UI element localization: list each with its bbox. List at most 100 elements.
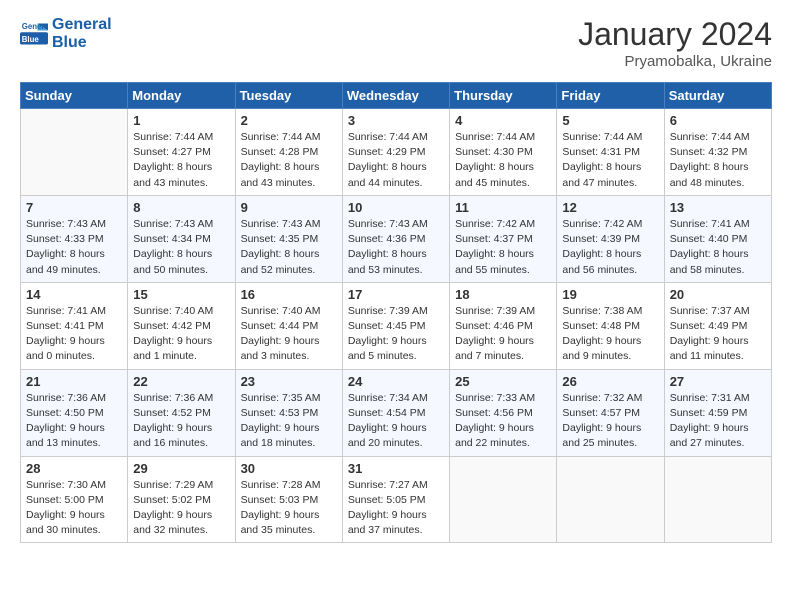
day-cell: 27 Sunrise: 7:31 AMSunset: 4:59 PMDayligh… (664, 369, 771, 456)
day-info: Sunrise: 7:35 AMSunset: 4:53 PMDaylight:… (241, 391, 337, 452)
day-number: 1 (133, 113, 229, 128)
day-info: Sunrise: 7:41 AMSunset: 4:41 PMDaylight:… (26, 304, 122, 365)
day-info: Sunrise: 7:40 AMSunset: 4:44 PMDaylight:… (241, 304, 337, 365)
day-cell: 10Sunrise: 7:43 AMSunset: 4:36 PMDayligh… (342, 195, 449, 282)
day-cell: 11 Sunrise: 7:42 AMSunset: 4:37 PMDayligh… (450, 195, 557, 282)
day-info: Sunrise: 7:44 AMSunset: 4:30 PMDaylight:… (455, 130, 551, 191)
day-info: Sunrise: 7:42 AMSunset: 4:39 PMDaylight:… (562, 217, 658, 278)
day-info: Sunrise: 7:29 AMSunset: 5:02 PMDaylight:… (133, 478, 229, 539)
day-cell: 28 Sunrise: 7:30 AMSunset: 5:00 PMDayligh… (21, 456, 128, 543)
day-number: 24 (348, 374, 444, 389)
day-number: 21 (26, 374, 122, 389)
day-number: 8 (133, 200, 229, 215)
day-number: 16 (241, 287, 337, 302)
day-number: 23 (241, 374, 337, 389)
day-cell (21, 109, 128, 196)
day-cell: 22 Sunrise: 7:36 AMSunset: 4:52 PMDayligh… (128, 369, 235, 456)
calendar-table: SundayMondayTuesdayWednesdayThursdayFrid… (20, 82, 772, 543)
day-number: 18 (455, 287, 551, 302)
day-number: 17 (348, 287, 444, 302)
day-cell: 24 Sunrise: 7:34 AMSunset: 4:54 PMDayligh… (342, 369, 449, 456)
day-cell: 7Sunrise: 7:43 AMSunset: 4:33 PMDaylight… (21, 195, 128, 282)
day-number: 29 (133, 461, 229, 476)
day-number: 14 (26, 287, 122, 302)
day-number: 4 (455, 113, 551, 128)
day-number: 20 (670, 287, 766, 302)
month-title: January 2024 (578, 16, 772, 53)
header-row: SundayMondayTuesdayWednesdayThursdayFrid… (21, 83, 772, 109)
day-number: 3 (348, 113, 444, 128)
day-number: 15 (133, 287, 229, 302)
day-cell: 21 Sunrise: 7:36 AMSunset: 4:50 PMDayligh… (21, 369, 128, 456)
col-header-sunday: Sunday (21, 83, 128, 109)
col-header-thursday: Thursday (450, 83, 557, 109)
day-number: 27 (670, 374, 766, 389)
day-info: Sunrise: 7:39 AMSunset: 4:46 PMDaylight:… (455, 304, 551, 365)
week-row-3: 14 Sunrise: 7:41 AMSunset: 4:41 PMDayligh… (21, 282, 772, 369)
day-info: Sunrise: 7:39 AMSunset: 4:45 PMDaylight:… (348, 304, 444, 365)
day-number: 22 (133, 374, 229, 389)
day-cell: 17 Sunrise: 7:39 AMSunset: 4:45 PMDayligh… (342, 282, 449, 369)
col-header-monday: Monday (128, 83, 235, 109)
day-number: 2 (241, 113, 337, 128)
col-header-tuesday: Tuesday (235, 83, 342, 109)
header: General Blue General Blue January 2024 P… (20, 16, 772, 70)
day-info: Sunrise: 7:37 AMSunset: 4:49 PMDaylight:… (670, 304, 766, 365)
day-number: 9 (241, 200, 337, 215)
title-block: January 2024 Pryamobalka, Ukraine (578, 16, 772, 70)
day-number: 7 (26, 200, 122, 215)
day-cell: 13Sunrise: 7:41 AMSunset: 4:40 PMDayligh… (664, 195, 771, 282)
page-container: General Blue General Blue January 2024 P… (0, 0, 792, 553)
day-number: 12 (562, 200, 658, 215)
day-info: Sunrise: 7:27 AMSunset: 5:05 PMDaylight:… (348, 478, 444, 539)
day-info: Sunrise: 7:43 AMSunset: 4:35 PMDaylight:… (241, 217, 337, 278)
day-number: 6 (670, 113, 766, 128)
day-info: Sunrise: 7:44 AMSunset: 4:29 PMDaylight:… (348, 130, 444, 191)
day-cell (664, 456, 771, 543)
day-number: 10 (348, 200, 444, 215)
day-info: Sunrise: 7:38 AMSunset: 4:48 PMDaylight:… (562, 304, 658, 365)
day-cell: 9 Sunrise: 7:43 AMSunset: 4:35 PMDaylight… (235, 195, 342, 282)
day-number: 19 (562, 287, 658, 302)
logo-icon: General Blue (20, 20, 48, 48)
day-cell: 12 Sunrise: 7:42 AMSunset: 4:39 PMDayligh… (557, 195, 664, 282)
day-cell: 14 Sunrise: 7:41 AMSunset: 4:41 PMDayligh… (21, 282, 128, 369)
day-info: Sunrise: 7:30 AMSunset: 5:00 PMDaylight:… (26, 478, 122, 539)
day-info: Sunrise: 7:40 AMSunset: 4:42 PMDaylight:… (133, 304, 229, 365)
day-cell: 4 Sunrise: 7:44 AMSunset: 4:30 PMDaylight… (450, 109, 557, 196)
logo: General Blue General Blue (20, 16, 112, 51)
col-header-saturday: Saturday (664, 83, 771, 109)
day-info: Sunrise: 7:36 AMSunset: 4:52 PMDaylight:… (133, 391, 229, 452)
day-info: Sunrise: 7:34 AMSunset: 4:54 PMDaylight:… (348, 391, 444, 452)
day-info: Sunrise: 7:36 AMSunset: 4:50 PMDaylight:… (26, 391, 122, 452)
day-cell: 20 Sunrise: 7:37 AMSunset: 4:49 PMDayligh… (664, 282, 771, 369)
day-cell: 29 Sunrise: 7:29 AMSunset: 5:02 PMDayligh… (128, 456, 235, 543)
day-number: 28 (26, 461, 122, 476)
location: Pryamobalka, Ukraine (578, 53, 772, 70)
day-number: 31 (348, 461, 444, 476)
week-row-5: 28 Sunrise: 7:30 AMSunset: 5:00 PMDayligh… (21, 456, 772, 543)
day-cell (557, 456, 664, 543)
day-cell: 23 Sunrise: 7:35 AMSunset: 4:53 PMDayligh… (235, 369, 342, 456)
day-info: Sunrise: 7:31 AMSunset: 4:59 PMDaylight:… (670, 391, 766, 452)
week-row-4: 21 Sunrise: 7:36 AMSunset: 4:50 PMDayligh… (21, 369, 772, 456)
day-info: Sunrise: 7:44 AMSunset: 4:27 PMDaylight:… (133, 130, 229, 191)
day-info: Sunrise: 7:42 AMSunset: 4:37 PMDaylight:… (455, 217, 551, 278)
day-cell: 19 Sunrise: 7:38 AMSunset: 4:48 PMDayligh… (557, 282, 664, 369)
day-number: 13 (670, 200, 766, 215)
logo-line1: General (52, 16, 112, 34)
day-cell: 1 Sunrise: 7:44 AMSunset: 4:27 PMDaylight… (128, 109, 235, 196)
svg-text:Blue: Blue (22, 34, 40, 43)
day-cell: 25Sunrise: 7:33 AMSunset: 4:56 PMDayligh… (450, 369, 557, 456)
day-cell: 30Sunrise: 7:28 AMSunset: 5:03 PMDayligh… (235, 456, 342, 543)
day-cell: 15 Sunrise: 7:40 AMSunset: 4:42 PMDayligh… (128, 282, 235, 369)
day-cell: 8Sunrise: 7:43 AMSunset: 4:34 PMDaylight… (128, 195, 235, 282)
logo-line2: Blue (52, 34, 112, 52)
day-number: 26 (562, 374, 658, 389)
day-info: Sunrise: 7:44 AMSunset: 4:28 PMDaylight:… (241, 130, 337, 191)
col-header-wednesday: Wednesday (342, 83, 449, 109)
day-info: Sunrise: 7:44 AMSunset: 4:32 PMDaylight:… (670, 130, 766, 191)
week-row-1: 1 Sunrise: 7:44 AMSunset: 4:27 PMDaylight… (21, 109, 772, 196)
day-cell: 16 Sunrise: 7:40 AMSunset: 4:44 PMDayligh… (235, 282, 342, 369)
day-number: 11 (455, 200, 551, 215)
